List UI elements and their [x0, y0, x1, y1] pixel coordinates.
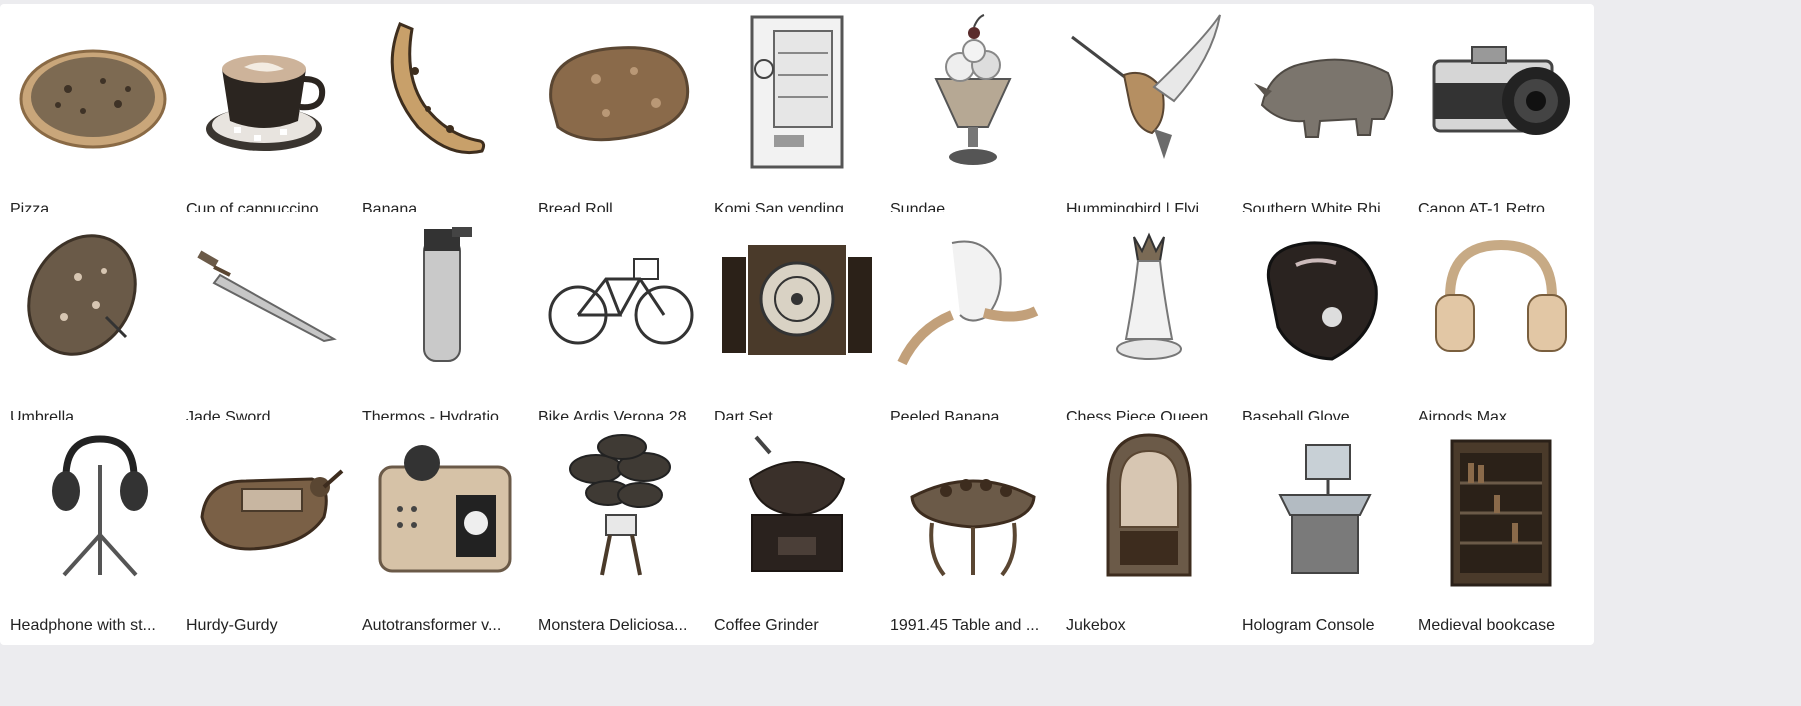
coffee-grinder-icon	[704, 420, 890, 600]
model-card[interactable]: Headphone with st...	[0, 420, 186, 645]
bread-icon	[528, 4, 714, 184]
camera-icon	[1408, 4, 1594, 184]
model-card[interactable]: Hummingbird | Flyi...	[1056, 4, 1242, 229]
sundae-icon	[880, 4, 1066, 184]
model-card[interactable]: Umbrella	[0, 212, 186, 437]
model-card[interactable]: Pizza	[0, 4, 186, 229]
model-card[interactable]: Cup of cappuccino	[176, 4, 362, 229]
model-card[interactable]: Southern White Rhi...	[1232, 4, 1418, 229]
model-card[interactable]: Airpods Max	[1408, 212, 1594, 437]
model-card[interactable]: Bread Roll	[528, 4, 714, 229]
jukebox-icon	[1056, 420, 1242, 600]
model-card[interactable]: Banana	[352, 4, 538, 229]
hummingbird-icon	[1056, 4, 1242, 184]
cappuccino-icon	[176, 4, 362, 184]
model-card[interactable]: Autotransformer v...	[352, 420, 538, 645]
model-card[interactable]: Medieval bookcase	[1408, 420, 1594, 645]
model-label: Medieval bookcase	[1418, 617, 1555, 634]
model-card[interactable]: Baseball Glove	[1232, 212, 1418, 437]
model-card[interactable]: Peeled Banana	[880, 212, 1066, 437]
hurdy-gurdy-icon	[176, 420, 362, 600]
model-card[interactable]: Dart Set	[704, 212, 890, 437]
bicycle-icon	[528, 212, 714, 392]
chess-queen-icon	[1056, 212, 1242, 392]
hologram-console-icon	[1232, 420, 1418, 600]
model-label: Jukebox	[1066, 617, 1126, 634]
umbrella-icon	[0, 212, 186, 392]
pizza-icon	[0, 4, 186, 184]
thermos-icon	[352, 212, 538, 392]
plant-icon	[528, 420, 714, 600]
model-label: Headphone with st...	[10, 617, 156, 634]
peeled-banana-icon	[880, 212, 1066, 392]
model-card[interactable]: Monstera Deliciosa...	[528, 420, 714, 645]
headphone-stand-icon	[0, 420, 186, 600]
model-card[interactable]: Thermos - Hydratio...	[352, 212, 538, 437]
banana-icon	[352, 4, 538, 184]
autotransformer-icon	[352, 420, 538, 600]
model-card[interactable]: Komi San vending ...	[704, 4, 890, 229]
model-card[interactable]: Sundae	[880, 4, 1066, 229]
model-card[interactable]: Coffee Grinder	[704, 420, 890, 645]
model-card[interactable]: Hurdy-Gurdy	[176, 420, 362, 645]
model-grid: Pizza Cup of cappuccino Banana Bread Rol…	[0, 0, 1801, 706]
vending-machine-icon	[704, 4, 890, 184]
bookcase-icon	[1408, 420, 1594, 600]
model-label: Hurdy-Gurdy	[186, 617, 278, 634]
rhino-icon	[1232, 4, 1418, 184]
baseball-glove-icon	[1232, 212, 1418, 392]
model-label: Monstera Deliciosa...	[538, 617, 688, 634]
model-label: 1991.45 Table and ...	[890, 617, 1040, 634]
headphones-icon	[1408, 212, 1594, 392]
model-label: Hologram Console	[1242, 617, 1375, 634]
model-card[interactable]: Hologram Console	[1232, 420, 1418, 645]
sword-icon	[176, 212, 362, 392]
model-card[interactable]: Jukebox	[1056, 420, 1242, 645]
model-card[interactable]: Canon AT-1 Retro ...	[1408, 4, 1594, 229]
dartboard-icon	[704, 212, 890, 392]
model-card[interactable]: Chess Piece Queen	[1056, 212, 1242, 437]
model-label: Coffee Grinder	[714, 617, 819, 634]
ornate-table-icon	[880, 420, 1066, 600]
model-card[interactable]: Bike Ardis Verona 28	[528, 212, 714, 437]
model-label: Autotransformer v...	[362, 617, 502, 634]
model-card[interactable]: Jade Sword	[176, 212, 362, 437]
model-card[interactable]: 1991.45 Table and ...	[880, 420, 1066, 645]
